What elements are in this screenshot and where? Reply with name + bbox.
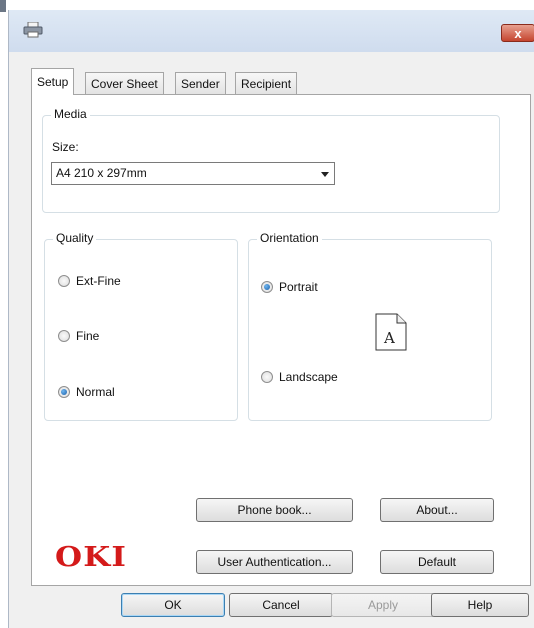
- tab-recipient[interactable]: Recipient: [235, 72, 298, 94]
- quality-ext-fine-radio[interactable]: Ext-Fine: [58, 273, 121, 289]
- quality-ext-fine-label: Ext-Fine: [76, 274, 121, 288]
- setup-tab-panel: Media Size: A4 210 x 297mm Quality Ext-F…: [31, 94, 531, 586]
- radio-button-icon: [58, 330, 70, 342]
- phone-book-label: Phone book...: [237, 503, 312, 517]
- tab-cover-sheet-label: Cover Sheet: [91, 77, 158, 91]
- cancel-label: Cancel: [262, 598, 300, 612]
- portrait-page-icon: A: [375, 313, 407, 351]
- user-authentication-button[interactable]: User Authentication...: [196, 550, 353, 574]
- apply-label: Apply: [367, 598, 399, 612]
- about-button[interactable]: About...: [380, 498, 494, 522]
- orientation-portrait-label: Portrait: [279, 280, 318, 294]
- default-label: Default: [417, 555, 457, 569]
- user-authentication-label: User Authentication...: [217, 555, 332, 569]
- apply-button[interactable]: Apply: [331, 593, 435, 617]
- printer-icon: [23, 22, 43, 38]
- orientation-group: Orientation: [248, 231, 492, 421]
- print-setup-dialog: x Setup Cover Sheet Sender Recipient Med…: [8, 10, 534, 628]
- quality-normal-radio[interactable]: Normal: [58, 384, 115, 400]
- quality-fine-radio[interactable]: Fine: [58, 328, 99, 344]
- help-button[interactable]: Help: [431, 593, 529, 617]
- chevron-down-icon: [321, 172, 329, 177]
- radio-button-checked-icon: [58, 386, 70, 398]
- oki-logo: OKI: [55, 542, 128, 573]
- quality-fine-label: Fine: [76, 329, 100, 343]
- title-bar: x: [9, 10, 534, 52]
- radio-button-checked-icon: [261, 281, 273, 293]
- cancel-button[interactable]: Cancel: [229, 593, 333, 617]
- quality-normal-label: Normal: [76, 385, 115, 399]
- radio-button-icon: [261, 371, 273, 383]
- tab-cover-sheet[interactable]: Cover Sheet: [85, 72, 164, 94]
- orientation-legend: Orientation: [257, 231, 322, 245]
- orientation-portrait-radio[interactable]: Portrait: [261, 279, 318, 295]
- paper-size-select[interactable]: A4 210 x 297mm: [51, 162, 335, 185]
- tab-sender-label: Sender: [181, 77, 220, 91]
- orientation-landscape-radio[interactable]: Landscape: [261, 369, 338, 385]
- ok-button[interactable]: OK: [121, 593, 225, 617]
- page-preview-letter: A: [383, 329, 395, 347]
- close-icon: x: [514, 26, 522, 41]
- tab-setup[interactable]: Setup: [31, 68, 75, 95]
- ok-label: OK: [164, 598, 182, 612]
- phone-book-button[interactable]: Phone book...: [196, 498, 353, 522]
- size-label: Size:: [52, 140, 79, 154]
- media-legend: Media: [51, 107, 90, 121]
- tab-setup-label: Setup: [37, 75, 69, 89]
- help-label: Help: [467, 598, 493, 612]
- close-button[interactable]: x: [501, 24, 534, 42]
- radio-button-icon: [58, 275, 70, 287]
- tab-recipient-label: Recipient: [241, 77, 292, 91]
- window-edge-artifact: [0, 0, 6, 12]
- quality-legend: Quality: [53, 231, 97, 245]
- orientation-landscape-label: Landscape: [279, 370, 338, 384]
- paper-size-value: A4 210 x 297mm: [56, 166, 147, 180]
- default-button[interactable]: Default: [380, 550, 494, 574]
- tab-sender[interactable]: Sender: [175, 72, 226, 94]
- about-label: About...: [416, 503, 458, 517]
